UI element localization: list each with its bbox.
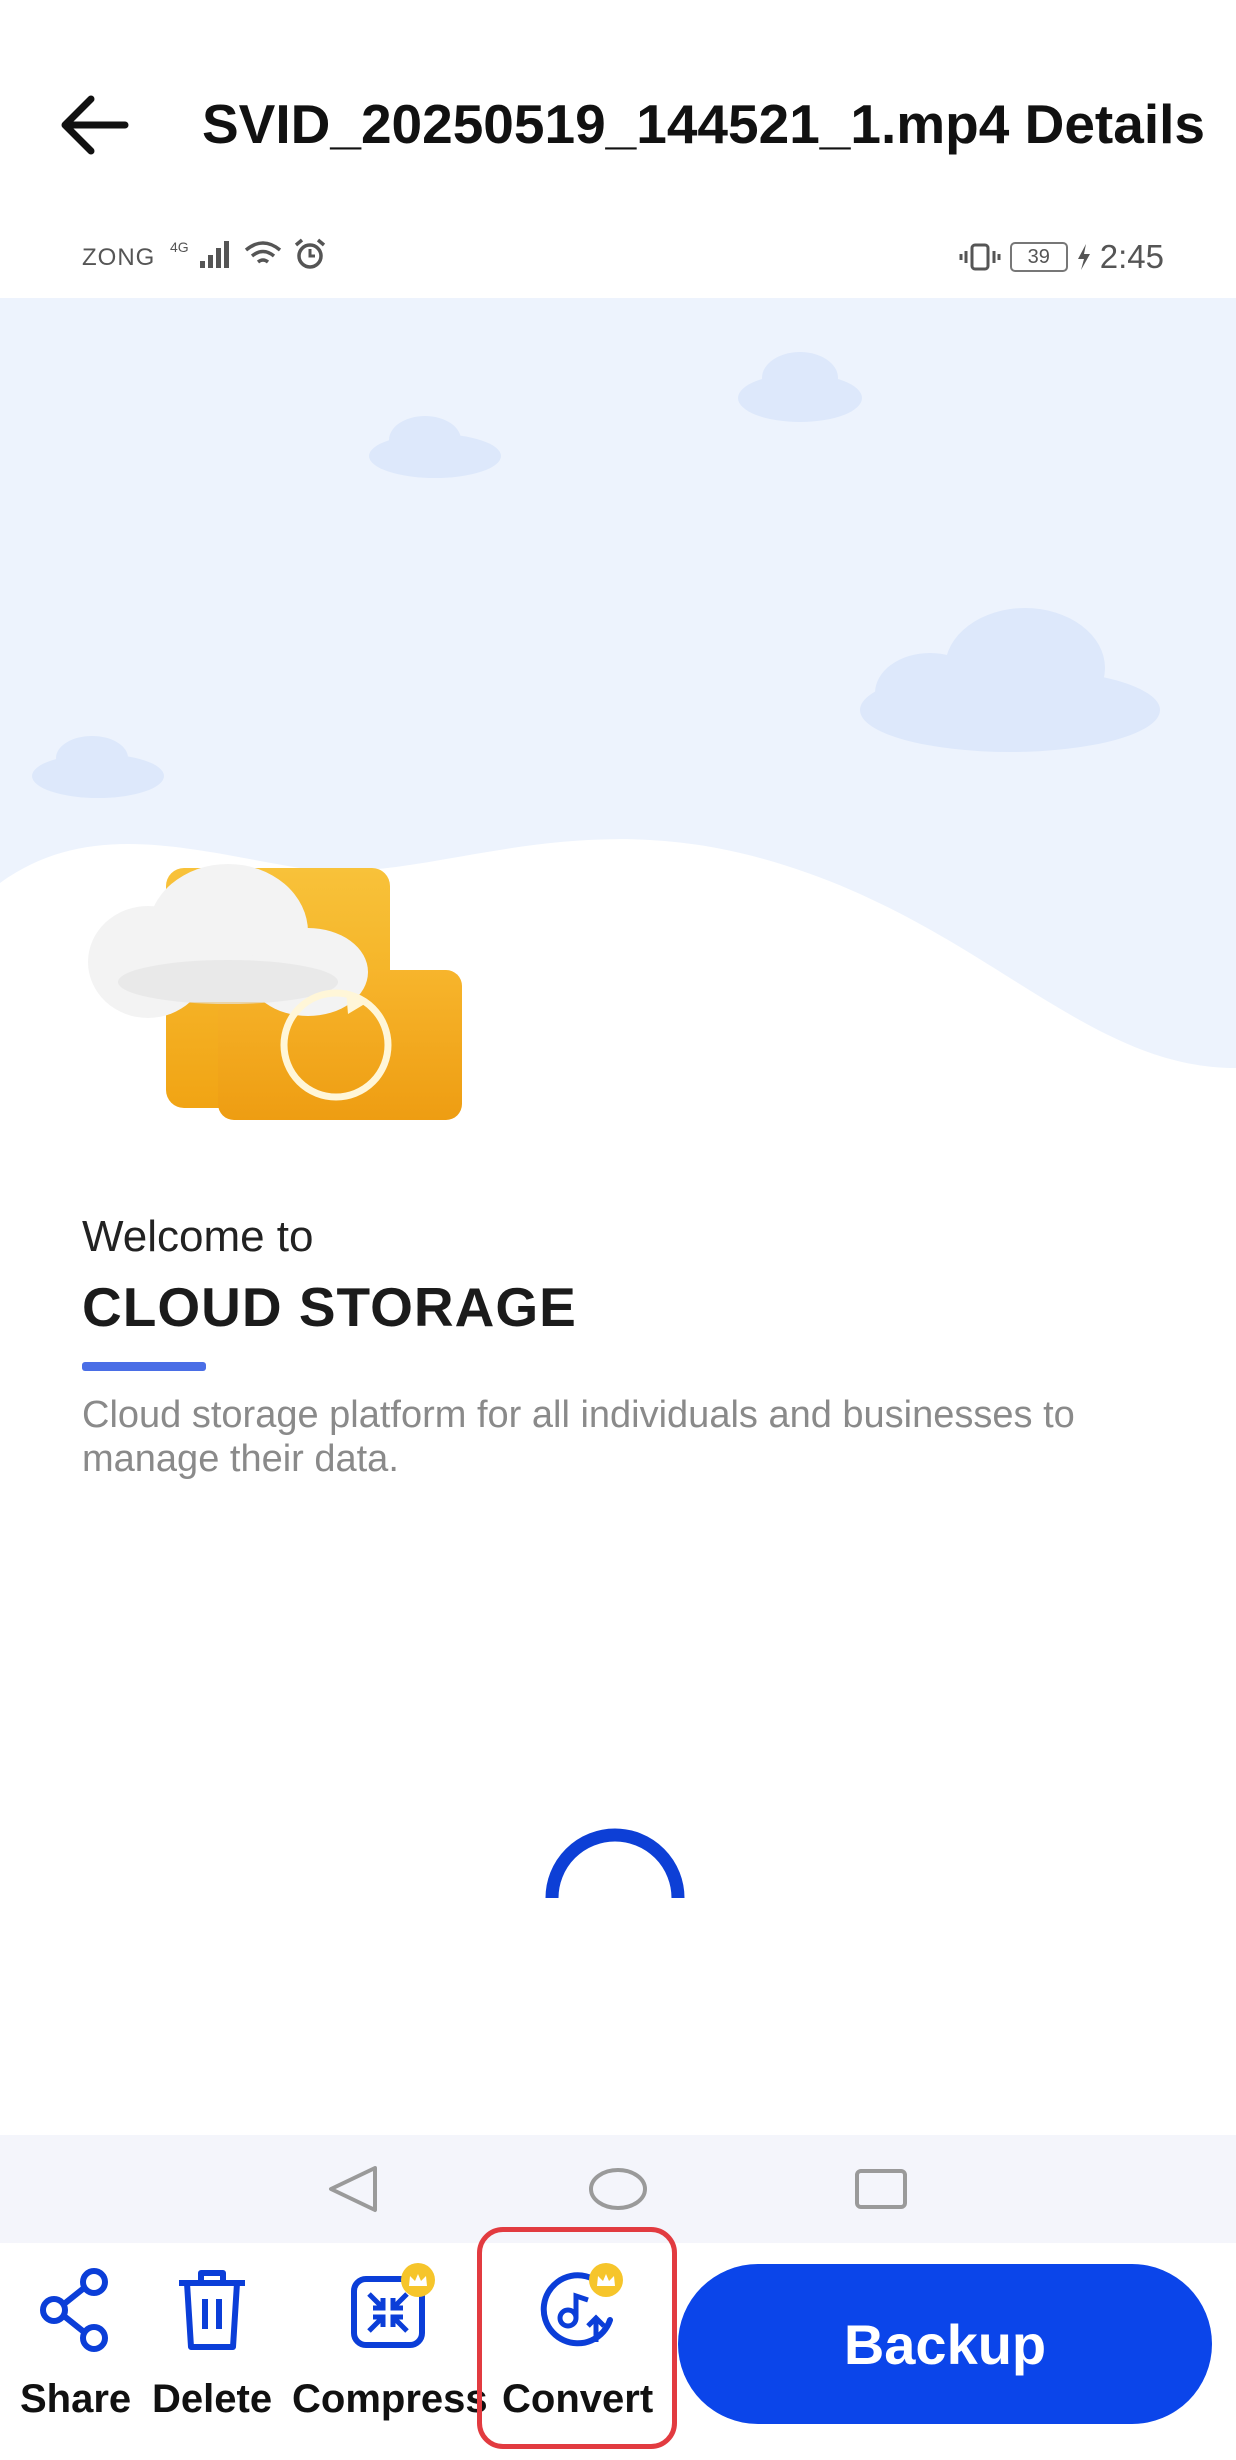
network-type-label: 4G bbox=[170, 239, 189, 255]
battery-icon: 39 bbox=[1009, 242, 1068, 272]
delete-label: Delete bbox=[152, 2377, 273, 2421]
loading-spinner bbox=[545, 1828, 685, 1899]
page-title: SVID_20250519_144521_1.mp4 Details bbox=[202, 93, 1205, 155]
share-button[interactable]: Share bbox=[20, 2265, 131, 2422]
alarm-icon bbox=[294, 238, 325, 269]
convert-highlight-box bbox=[477, 2227, 677, 2449]
compress-button[interactable]: Compress bbox=[292, 2263, 488, 2422]
share-label: Share bbox=[20, 2377, 132, 2421]
delete-button[interactable]: Delete bbox=[152, 2265, 272, 2422]
system-home-button[interactable] bbox=[583, 2157, 653, 2221]
description: Cloud storage platform for all individua… bbox=[82, 1394, 1075, 1480]
headline: CLOUD STORAGE bbox=[82, 1276, 577, 1338]
app-bar: SVID_20250519_144521_1.mp4 Details bbox=[0, 0, 1236, 230]
circle-home-icon bbox=[589, 2168, 647, 2210]
arrow-left-icon bbox=[61, 95, 129, 155]
share-icon bbox=[39, 2268, 108, 2352]
status-right: 39 2:45 bbox=[958, 238, 1164, 276]
welcome-text: Welcome to bbox=[82, 1212, 314, 1261]
system-back-button[interactable] bbox=[318, 2157, 388, 2221]
cloud-folder-illustration bbox=[88, 864, 462, 1120]
square-recents-icon bbox=[855, 2169, 907, 2209]
backup-button[interactable]: Backup bbox=[678, 2264, 1212, 2424]
vibrate-icon bbox=[959, 243, 1001, 271]
back-button[interactable] bbox=[50, 80, 140, 170]
signal-icon bbox=[199, 241, 229, 268]
clock: 2:45 bbox=[1099, 238, 1164, 275]
status-icons: 4G bbox=[170, 238, 327, 270]
accent-underline bbox=[82, 1362, 206, 1371]
wifi-icon bbox=[244, 241, 281, 264]
system-recents-button[interactable] bbox=[846, 2157, 916, 2221]
compress-label: Compress bbox=[292, 2377, 488, 2421]
triangle-back-icon bbox=[329, 2166, 377, 2212]
premium-crown-icon bbox=[400, 2263, 435, 2297]
carrier-label: ZONG bbox=[82, 244, 156, 271]
charging-icon bbox=[1077, 244, 1090, 270]
trash-icon bbox=[179, 2270, 246, 2350]
